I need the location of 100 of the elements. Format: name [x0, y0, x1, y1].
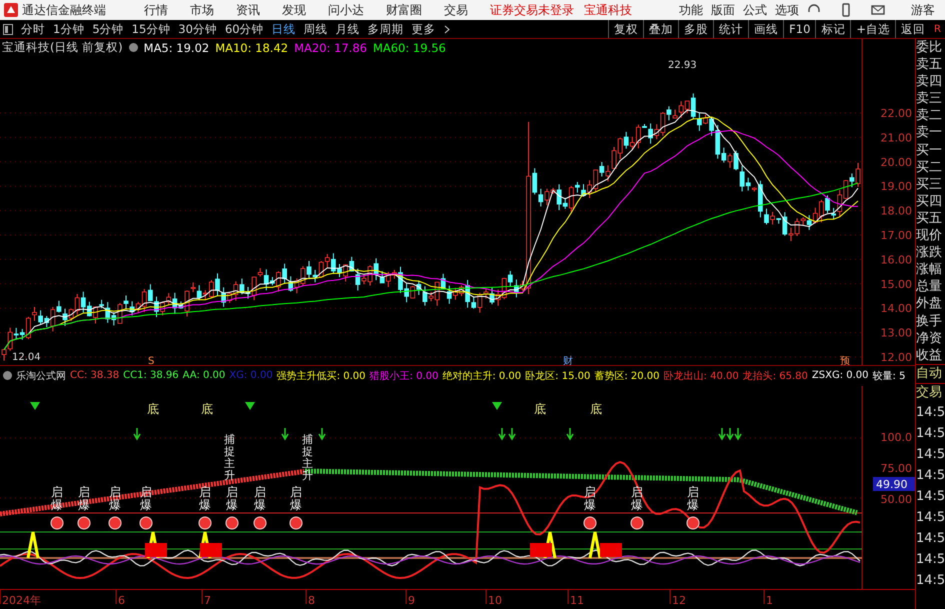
- settings-dot-icon[interactable]: [3, 371, 12, 380]
- signal-spike: [146, 530, 160, 558]
- user-label[interactable]: 游客: [911, 2, 935, 18]
- period-tab[interactable]: 周线: [304, 22, 328, 36]
- signal-label: 捕捉主升: [224, 433, 235, 482]
- quote-field-label: 外盘: [916, 295, 943, 312]
- time-axis-label: 7: [204, 594, 211, 607]
- time-axis-label: 6: [118, 594, 125, 607]
- toolbar-button[interactable]: 叠加: [643, 20, 678, 38]
- quote-field-label: 现价: [916, 227, 943, 244]
- quote-field-label: 涨跌: [916, 244, 943, 262]
- toolbar-button[interactable]: 多股: [678, 20, 714, 38]
- settings-dot-icon[interactable]: [128, 43, 138, 52]
- signal-spike: [198, 530, 212, 558]
- trade-time: 14:5: [916, 530, 945, 548]
- signal-spike: [544, 530, 556, 558]
- signal-bar: [145, 542, 167, 557]
- toolbar-button[interactable]: F10: [783, 20, 816, 38]
- quote-field-label: 买二: [916, 158, 943, 176]
- menu-item[interactable]: 行情: [144, 2, 168, 18]
- period-tab[interactable]: 5分钟: [92, 22, 124, 36]
- notice-link[interactable]: 宝通科技: [584, 2, 632, 18]
- indicator-value: 龙抬头: 65.80: [742, 370, 808, 383]
- toolbar-button[interactable]: 返回: [895, 20, 930, 38]
- menu-item[interactable]: 功能: [679, 2, 703, 18]
- signal-label: 启爆: [51, 485, 63, 512]
- period-tab[interactable]: 1分钟: [53, 22, 84, 36]
- menu-item[interactable]: 发现: [282, 2, 306, 18]
- period-tab[interactable]: 月线: [336, 22, 360, 36]
- menu-item[interactable]: 交易: [444, 2, 468, 18]
- signal-label: 启爆: [140, 485, 152, 512]
- trade-time: 14:5: [916, 550, 945, 569]
- signal-ball-icon: [108, 516, 122, 530]
- panel-toggle-icon[interactable]: [3, 24, 13, 34]
- signal-ball-icon: [78, 516, 90, 530]
- time-axis-label: 12: [672, 594, 686, 607]
- indicator-value: ZSXG: 0.00: [812, 370, 869, 382]
- signal-spike: [588, 530, 602, 558]
- event-marker: S: [148, 356, 154, 365]
- quote-field-label: 卖一: [916, 124, 943, 142]
- trade-tab[interactable]: 自动: [916, 364, 945, 383]
- trade-tab[interactable]: 交易: [916, 382, 945, 402]
- corner-label: R: [934, 24, 941, 34]
- signal-bar: [530, 542, 552, 557]
- toolbar-button[interactable]: +自选: [850, 20, 896, 38]
- signal-bar: [600, 542, 622, 557]
- price-axis-label: 22.00: [880, 107, 912, 120]
- trade-time: 14:5: [916, 488, 945, 506]
- arrow-down-icon: [318, 427, 326, 440]
- period-tab[interactable]: 分时: [21, 22, 45, 36]
- time-axis-label: 8: [308, 594, 315, 607]
- period-tab[interactable]: 日线: [272, 22, 296, 36]
- price-axis-label: 20.00: [880, 156, 912, 169]
- quote-field-label: 收益: [916, 346, 943, 364]
- price-axis-label: 15.00: [880, 278, 912, 291]
- app-title: 通达信金融终端: [22, 2, 106, 18]
- indicator-value: CC: 38.38: [70, 370, 120, 382]
- trade-time: 14:5: [916, 508, 945, 527]
- menu-item[interactable]: 版面: [711, 2, 735, 18]
- signal-ball-icon: [198, 516, 212, 530]
- indicator-axis-label: 75.00: [880, 462, 912, 475]
- price-axis-label: 19.00: [880, 180, 912, 194]
- menu-item[interactable]: 市场: [190, 2, 214, 18]
- price-axis-label: 18.00: [880, 204, 912, 218]
- signal-label: 启爆: [290, 485, 302, 512]
- chevron-right-icon[interactable]: [444, 24, 450, 34]
- period-tab[interactable]: 60分钟: [224, 22, 264, 36]
- menu-item[interactable]: 公式: [743, 2, 767, 18]
- toolbar-button[interactable]: 标记: [815, 20, 850, 38]
- price-axis-label: 14.00: [880, 302, 912, 316]
- trade-time: 14:5: [916, 424, 945, 443]
- period-tab[interactable]: 15分钟: [132, 22, 170, 36]
- signal-label: 启爆: [109, 485, 121, 512]
- quote-field-label: 净资: [916, 330, 943, 347]
- notice-link[interactable]: 证券交易未登录: [490, 2, 574, 18]
- toolbar-button[interactable]: 复权: [608, 20, 644, 38]
- event-marker: 财: [563, 356, 573, 365]
- menu-item[interactable]: 问小达: [328, 2, 364, 18]
- current-value-badge: 49.90: [873, 477, 915, 491]
- quote-field-label: 卖四: [916, 73, 943, 90]
- menu-item[interactable]: 财富圈: [386, 2, 422, 18]
- price-axis-label: 16.00: [880, 253, 912, 266]
- period-tab[interactable]: 30分钟: [178, 22, 217, 36]
- more-button[interactable]: 更多: [412, 22, 436, 36]
- bottom-signal-label: 底: [534, 402, 546, 416]
- signal-ball-icon: [686, 516, 700, 530]
- bottom-signal-label: 底: [201, 402, 213, 416]
- signal-bar: [200, 542, 222, 557]
- toolbar-button[interactable]: 画线: [748, 20, 784, 38]
- trade-time: 14:5: [916, 404, 945, 422]
- signal-ball-icon: [50, 516, 64, 530]
- signal-spike: [26, 530, 40, 558]
- menu-item[interactable]: 选项: [775, 2, 799, 18]
- signal-label: 启爆: [584, 485, 596, 512]
- quote-field-label: 卖二: [916, 107, 943, 124]
- mail-icon[interactable]: [871, 3, 885, 17]
- menu-item[interactable]: 资讯: [236, 2, 260, 18]
- period-tab[interactable]: 多周期: [368, 22, 404, 36]
- toolbar-button[interactable]: 统计: [713, 20, 748, 38]
- quote-field-label: 总量: [916, 278, 943, 296]
